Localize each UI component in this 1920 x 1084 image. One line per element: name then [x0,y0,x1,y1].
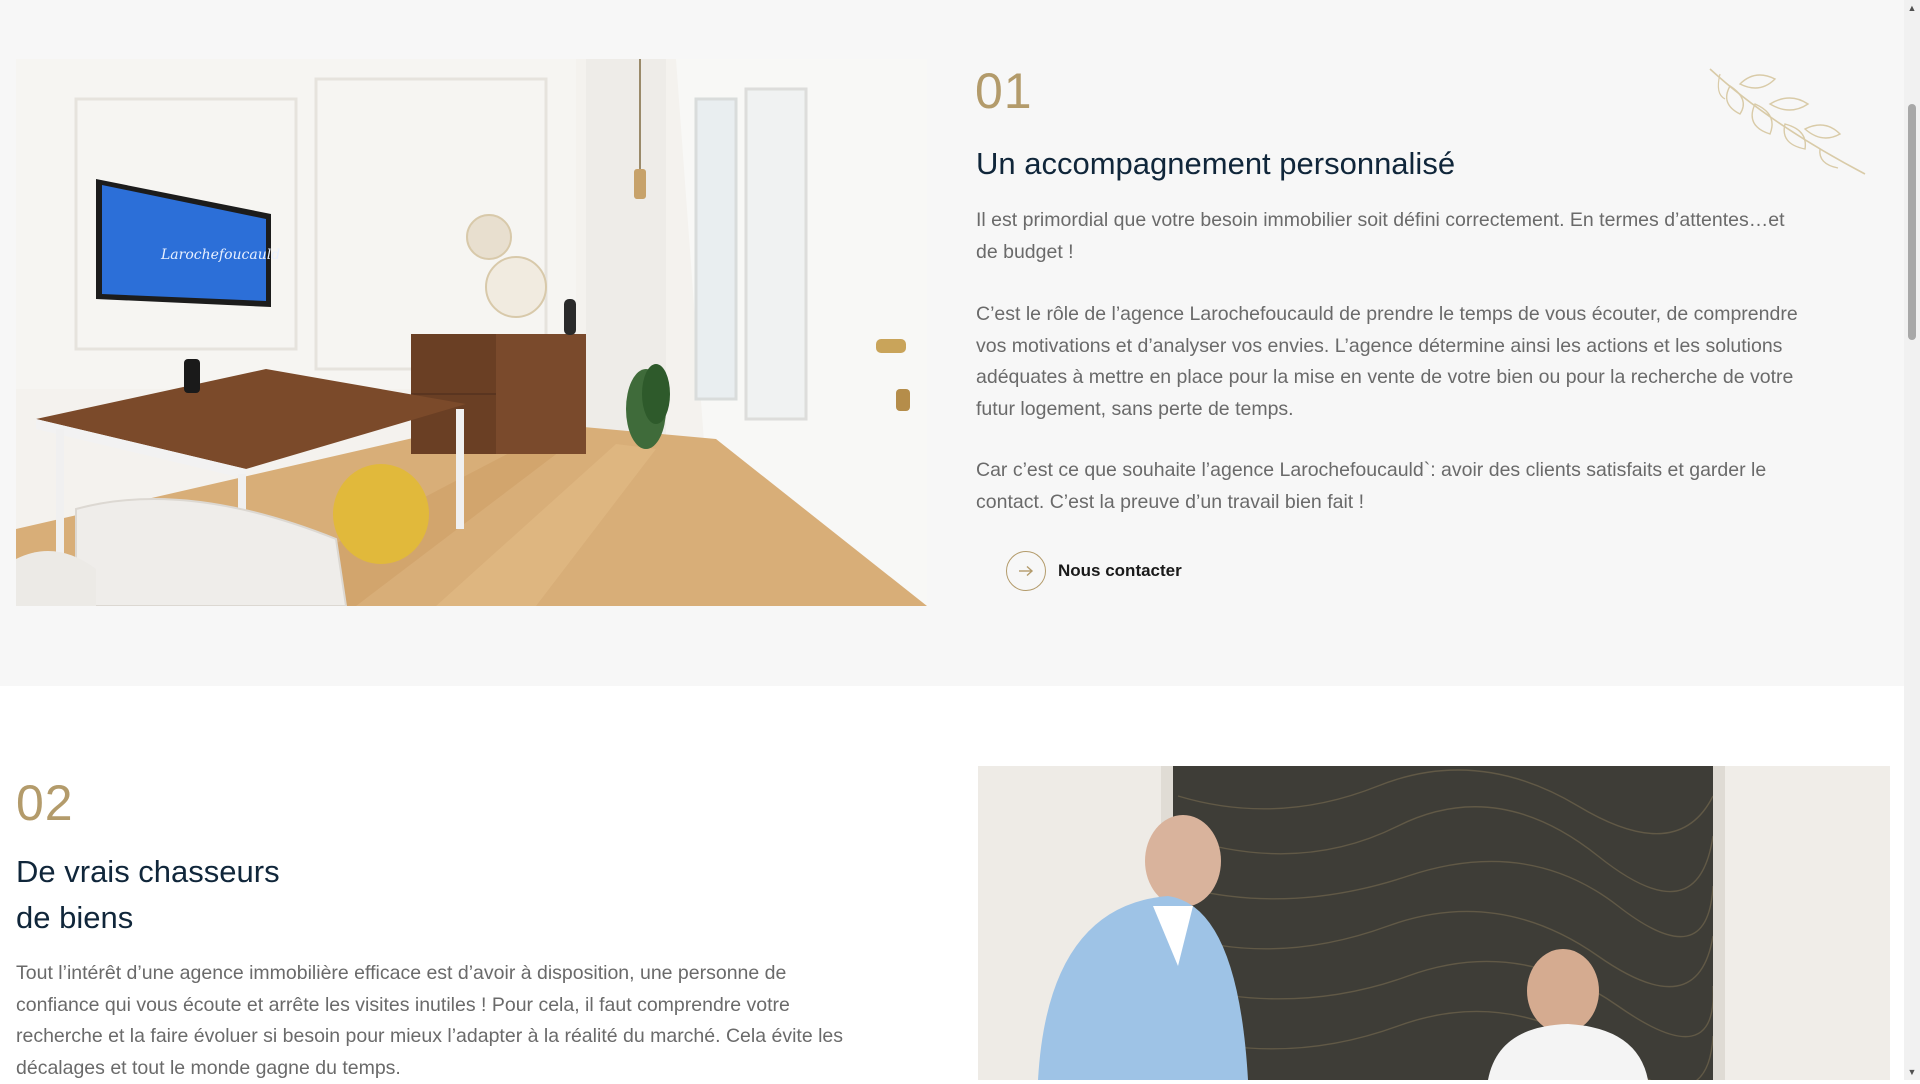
arrow-right-icon [1006,551,1046,591]
scroll-up-icon[interactable]: ▲ [1904,0,1920,16]
scroll-down-icon[interactable]: ▼ [1904,1064,1920,1080]
contact-button-label: Nous contacter [1058,561,1182,580]
office-interior-photo: Larochefoucauld [16,59,927,606]
leaf-branch-icon [1700,64,1880,180]
page-scrollbar[interactable]: ▲ ▼ [1904,0,1920,1080]
section-paragraph: Tout l’intérêt d’une agence immobilière … [16,962,844,1079]
section-number: 01 [975,63,1033,119]
section-title: Un accompagnement personnalisé [976,146,1456,181]
agents-meeting-photo [978,766,1890,1080]
section-title-line-1: De vrais chasseurs [16,854,280,889]
scrollbar-thumb[interactable] [1908,104,1916,340]
contact-button[interactable]: Nous contacter [1006,549,1182,593]
tv-logo-text: Larochefoucauld [160,247,280,263]
section-number: 02 [16,775,74,831]
section-paragraph-3: Car c’est ce que souhaite l’agence Laroc… [976,459,1767,513]
section-title-line-2: de biens [16,900,134,935]
section-paragraph-1: Il est primordial que votre besoin immob… [976,209,1785,263]
section-paragraph-2: C’est le rôle de l’agence Larochefoucaul… [976,303,1798,420]
feature-section-01: Larochefoucauld 01 Un accompagnement per… [0,0,1904,686]
